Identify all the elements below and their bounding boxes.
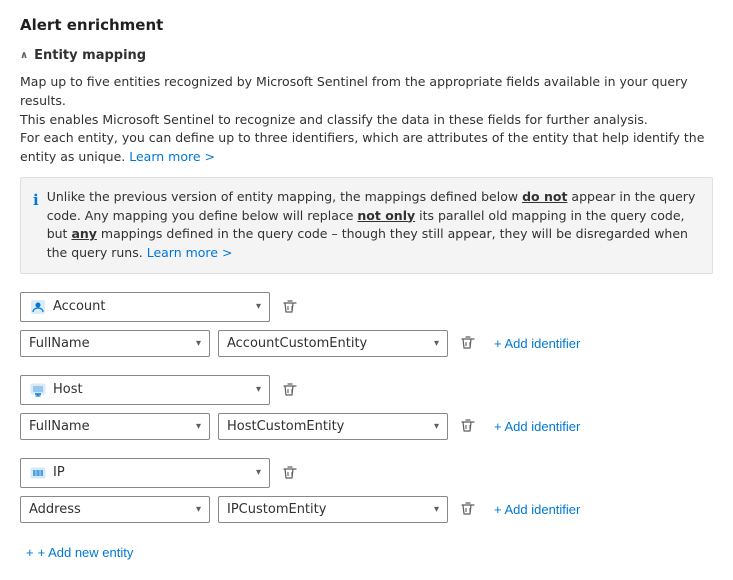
host-entity-icon [29, 381, 47, 399]
host-dropdown-chevron: ▾ [256, 384, 261, 395]
host-entity-label: Host [53, 382, 250, 397]
add-entity-plus-icon: + [26, 545, 34, 560]
identifier-dropdown-account[interactable]: FullName ▾ [20, 330, 210, 357]
page-title: Alert enrichment [20, 16, 713, 34]
value-dropdown-ip[interactable]: IPCustomEntity ▾ [218, 496, 448, 523]
info-line2: This enables Microsoft Sentinel to recog… [20, 112, 648, 127]
value-label-ip: IPCustomEntity [227, 502, 428, 517]
identifier-dropdown-ip[interactable]: Address ▾ [20, 496, 210, 523]
value-chevron-account: ▾ [434, 338, 439, 349]
add-identifier-ip-button[interactable]: + Add identifier [488, 498, 586, 521]
learn-more-link-1[interactable]: Learn more > [129, 149, 215, 164]
entity-type-dropdown-account[interactable]: Account ▾ [20, 292, 270, 322]
delete-account-button[interactable] [278, 295, 302, 319]
value-label-account: AccountCustomEntity [227, 336, 428, 351]
ip-entity-icon [29, 464, 47, 482]
delete-identifier-ip-button[interactable] [456, 497, 480, 521]
entity-type-row-ip: IP ▾ [20, 458, 713, 488]
identifier-dropdown-host[interactable]: FullName ▾ [20, 413, 210, 440]
identifier-chevron-ip: ▾ [196, 504, 201, 515]
value-dropdown-account[interactable]: AccountCustomEntity ▾ [218, 330, 448, 357]
identifier-row-host: FullName ▾ HostCustomEntity ▾ + Add iden… [20, 413, 713, 440]
entity-block-host: Host ▾ FullName ▾ HostCustomEntity ▾ [20, 375, 713, 440]
entity-type-row-host: Host ▾ [20, 375, 713, 405]
identifier-row-account: FullName ▾ AccountCustomEntity ▾ + Add i… [20, 330, 713, 357]
account-entity-label: Account [53, 299, 250, 314]
identifier-chevron-host: ▾ [196, 421, 201, 432]
identifier-label-host: FullName [29, 419, 190, 434]
entity-block-ip: IP ▾ Address ▾ IPCustomEntity ▾ + [20, 458, 713, 523]
warning-text: Unlike the previous version of entity ma… [47, 188, 700, 263]
section-label: Entity mapping [34, 48, 146, 63]
add-new-entity-button[interactable]: + + Add new entity [20, 541, 139, 564]
identifier-label-account: FullName [29, 336, 190, 351]
delete-ip-button[interactable] [278, 461, 302, 485]
delete-host-button[interactable] [278, 378, 302, 402]
delete-identifier-account-button[interactable] [456, 331, 480, 355]
info-circle-icon: ℹ [33, 189, 39, 263]
value-chevron-ip: ▾ [434, 504, 439, 515]
add-entity-label: + Add new entity [38, 545, 134, 560]
ip-entity-label: IP [53, 465, 250, 480]
add-identifier-host-button[interactable]: + Add identifier [488, 415, 586, 438]
identifier-label-ip: Address [29, 502, 190, 517]
entity-type-dropdown-ip[interactable]: IP ▾ [20, 458, 270, 488]
value-label-host: HostCustomEntity [227, 419, 428, 434]
warning-box: ℹ Unlike the previous version of entity … [20, 177, 713, 274]
value-dropdown-host[interactable]: HostCustomEntity ▾ [218, 413, 448, 440]
value-chevron-host: ▾ [434, 421, 439, 432]
account-dropdown-chevron: ▾ [256, 301, 261, 312]
learn-more-link-2[interactable]: Learn more > [147, 245, 233, 260]
add-identifier-account-button[interactable]: + Add identifier [488, 332, 586, 355]
ip-dropdown-chevron: ▾ [256, 467, 261, 478]
identifier-chevron-account: ▾ [196, 338, 201, 349]
entity-type-dropdown-host[interactable]: Host ▾ [20, 375, 270, 405]
entity-type-row-account: Account ▾ [20, 292, 713, 322]
account-entity-icon [29, 298, 47, 316]
identifier-row-ip: Address ▾ IPCustomEntity ▾ + Add identif… [20, 496, 713, 523]
collapse-icon[interactable]: ∧ [20, 50, 28, 61]
info-text-block: Map up to five entities recognized by Mi… [20, 73, 713, 167]
info-line1: Map up to five entities recognized by Mi… [20, 74, 688, 108]
info-line3: For each entity, you can define up to th… [20, 130, 704, 164]
entity-block-account: Account ▾ FullName ▾ AccountCustomEntity… [20, 292, 713, 357]
delete-identifier-host-button[interactable] [456, 414, 480, 438]
